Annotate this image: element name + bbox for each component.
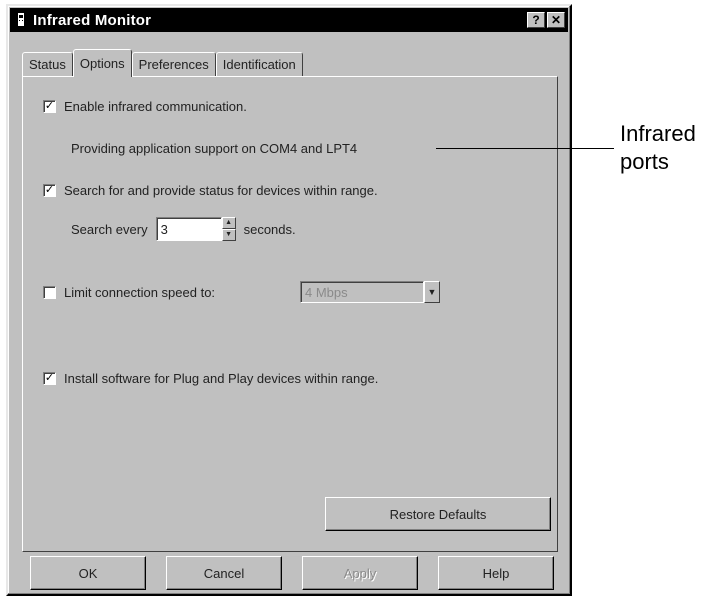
infrared-app-icon	[13, 12, 29, 28]
callout-line1: Infrared	[620, 121, 696, 146]
search-interval-input[interactable]: 3	[155, 217, 222, 241]
tab-status[interactable]: Status	[22, 52, 73, 76]
tab-preferences[interactable]: Preferences	[131, 52, 216, 76]
install-software-label: Install software for Plug and Play devic…	[64, 371, 379, 386]
speed-select-value: 4 Mbps	[300, 281, 424, 303]
tab-options[interactable]: Options	[72, 49, 132, 77]
search-row[interactable]: ✓ Search for and provide status for devi…	[43, 183, 378, 198]
tab-strip: Status Options Preferences Identificatio…	[22, 48, 303, 77]
callout-line	[436, 148, 614, 149]
search-every-label: Search every	[71, 221, 148, 237]
help-icon[interactable]: ?	[527, 12, 545, 28]
enable-ir-label: Enable infrared communication.	[64, 99, 247, 114]
callout-line2: ports	[620, 149, 669, 174]
close-icon[interactable]: ✕	[547, 12, 565, 28]
infrared-ports-callout: Infrared ports	[620, 120, 696, 176]
window-title: Infrared Monitor	[33, 11, 152, 29]
restore-defaults-button[interactable]: Restore Defaults	[325, 497, 551, 531]
search-label: Search for and provide status for device…	[64, 183, 378, 198]
title-bar: Infrared Monitor ? ✕	[10, 8, 568, 32]
enable-ir-row[interactable]: ✓ Enable infrared communication.	[43, 99, 247, 114]
seconds-label: seconds.	[243, 221, 296, 237]
search-interval-spinner[interactable]: ▲ ▼	[221, 217, 236, 241]
support-text-row: Providing application support on COM4 an…	[71, 141, 357, 156]
support-text: Providing application support on COM4 an…	[71, 141, 358, 156]
search-every-row: Search every 3 ▲ ▼ seconds.	[71, 217, 296, 241]
speed-select[interactable]: 4 Mbps ▼	[300, 281, 440, 303]
ok-button[interactable]: OK	[30, 556, 146, 590]
limit-speed-label: Limit connection speed to:	[64, 284, 216, 300]
cancel-button[interactable]: Cancel	[166, 556, 282, 590]
search-checkbox[interactable]: ✓	[43, 184, 56, 197]
spin-up-icon[interactable]: ▲	[221, 217, 236, 229]
limit-speed-checkbox[interactable]	[43, 285, 56, 299]
limit-speed-row[interactable]: Limit connection speed to: 4 Mbps ▼	[43, 281, 440, 303]
infrared-monitor-window: Infrared Monitor ? ✕ Status Options Pref…	[6, 4, 572, 596]
install-software-row[interactable]: ✓ Install software for Plug and Play dev…	[43, 371, 378, 386]
tab-identification[interactable]: Identification	[215, 52, 303, 76]
spin-down-icon[interactable]: ▼	[221, 229, 236, 241]
chevron-down-icon[interactable]: ▼	[424, 281, 440, 303]
help-button[interactable]: Help	[438, 556, 554, 590]
install-software-checkbox[interactable]: ✓	[43, 372, 56, 385]
apply-button: Apply	[302, 556, 418, 590]
enable-ir-checkbox[interactable]: ✓	[43, 100, 56, 113]
